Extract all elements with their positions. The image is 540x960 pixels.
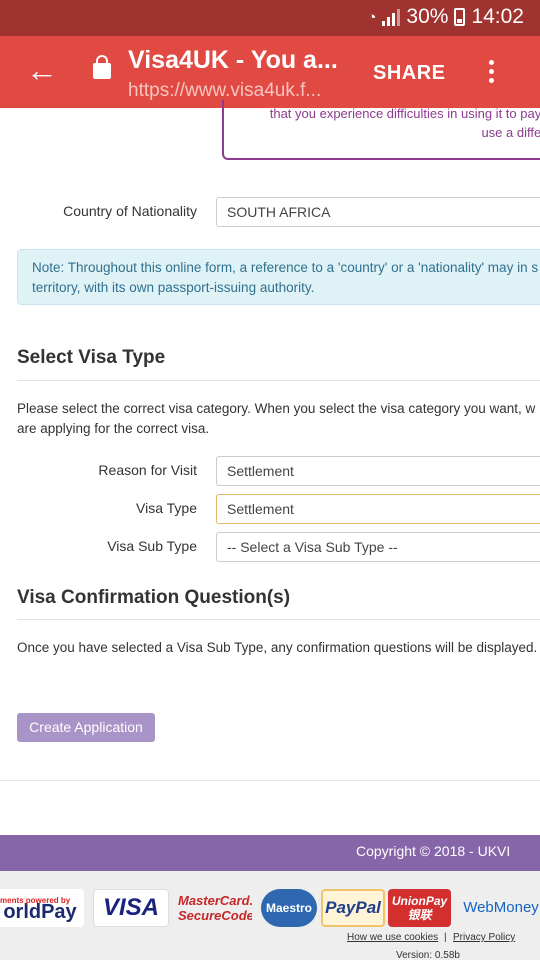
nationality-label: Country of Nationality xyxy=(63,203,197,219)
create-application-button[interactable]: Create Application xyxy=(17,713,155,742)
battery-icon xyxy=(454,8,466,26)
instructions-line-2: are applying for the correct visa. xyxy=(17,421,210,436)
reason-label: Reason for Visit xyxy=(98,462,197,478)
select-visa-instructions: Please select the correct visa category.… xyxy=(17,399,535,439)
unionpay-text: UnionPay xyxy=(391,894,448,908)
select-visa-heading: Select Visa Type xyxy=(17,347,166,368)
copyright: Copyright © 2018 - UKVI xyxy=(356,843,511,859)
webmoney-logo: WebMoney xyxy=(463,899,539,916)
worldpay-logo: ments powered by orldPay xyxy=(0,889,84,927)
share-button[interactable]: SHARE xyxy=(373,62,446,85)
unionpay-logo: UnionPay 银联 xyxy=(388,889,451,927)
browser-toolbar: ← Visa4UK - You a... https://www.visa4uk… xyxy=(0,36,540,108)
mastercard-securecode-logo: MasterCard. SecureCode. xyxy=(178,889,252,927)
battery-percent: 30% xyxy=(406,5,449,28)
status-bar: ◔ 30% 14:02 xyxy=(0,0,540,36)
version-text: Version: 0.58b xyxy=(396,950,460,960)
arrow-left-icon[interactable]: ← xyxy=(26,54,58,86)
info-box: Note: Throughout this online form, a ref… xyxy=(17,249,540,305)
notice-line-2: use a differen xyxy=(481,125,540,140)
clock: 14:02 xyxy=(471,5,524,28)
unionpay-chinese: 银联 xyxy=(407,908,432,922)
section-divider xyxy=(17,380,540,381)
info-line-2: territory, with its own passport-issuing… xyxy=(32,280,315,295)
reason-select[interactable]: Settlement xyxy=(216,456,540,486)
confirmation-text: Once you have selected a Visa Sub Type, … xyxy=(17,640,538,655)
payment-logos: ments powered by orldPay VISA MasterCard… xyxy=(0,871,540,960)
info-line-1: Note: Throughout this online form, a ref… xyxy=(32,260,539,275)
visa-subtype-label: Visa Sub Type xyxy=(107,538,197,554)
mastercard-text: MasterCard. xyxy=(178,893,252,908)
maestro-logo: Maestro xyxy=(261,889,317,927)
visa-type-label: Visa Type xyxy=(136,500,197,516)
lock-icon xyxy=(93,55,111,79)
signal-icon xyxy=(382,8,401,26)
cookies-link[interactable]: How we use cookies xyxy=(347,932,438,943)
visa-logo: VISA xyxy=(93,889,169,927)
section-divider xyxy=(17,619,540,620)
visa-subtype-select[interactable]: -- Select a Visa Sub Type -- xyxy=(216,532,540,562)
instructions-line-1: Please select the correct visa category.… xyxy=(17,401,536,416)
visa-type-select[interactable]: Settlement xyxy=(216,494,540,524)
payment-notice: that you experience difficulties in usin… xyxy=(222,100,540,160)
notice-line-1: that you experience difficulties in usin… xyxy=(269,106,540,121)
worldpay-tagline: ments powered by xyxy=(0,896,71,905)
more-vert-icon[interactable] xyxy=(489,60,495,87)
footer-bar: Copyright © 2018 - UKVI xyxy=(0,835,540,871)
confirmation-heading: Visa Confirmation Question(s) xyxy=(17,587,291,608)
url-text[interactable]: https://www.visa4uk.f... xyxy=(128,80,321,102)
nationality-select[interactable]: SOUTH AFRICA xyxy=(216,197,540,227)
content-divider xyxy=(0,780,540,781)
paypal-logo: PayPal xyxy=(321,889,385,927)
page-title: Visa4UK - You a... xyxy=(128,46,338,74)
wifi-icon: ◔ xyxy=(367,8,377,26)
securecode-text: SecureCode. xyxy=(178,908,252,923)
privacy-policy-link[interactable]: Privacy Policy xyxy=(453,932,515,943)
link-separator: | xyxy=(444,932,447,943)
